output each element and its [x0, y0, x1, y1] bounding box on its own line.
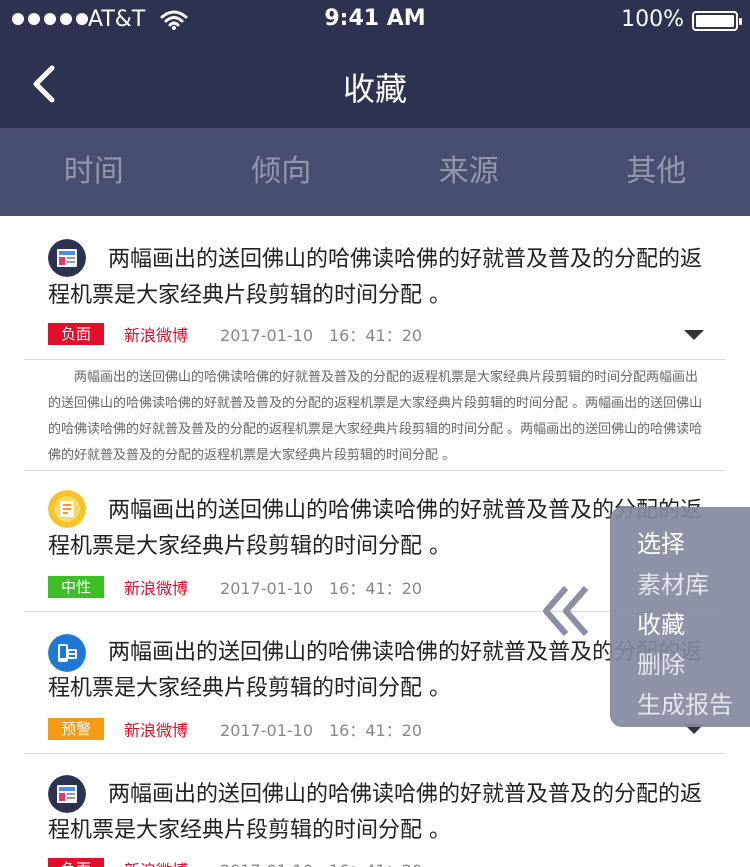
item-source: 新浪微博	[124, 326, 189, 345]
status-bar: AT&T 9:41 AM 100%	[0, 0, 750, 40]
item-meta: 负面 新浪微博 2017-01-10 16：41：20	[48, 857, 422, 867]
item-time: 2017-01-10 16：41：20	[220, 857, 422, 867]
double-chevron-left-icon[interactable]	[542, 584, 592, 638]
battery-percentage: 100%	[621, 7, 684, 32]
status-badge: 负面	[48, 858, 104, 867]
tab-time[interactable]: 时间	[0, 128, 188, 216]
menu-item-delete[interactable]: 删除	[637, 645, 685, 680]
item-time: 2017-01-10 16：41：20	[220, 326, 423, 345]
nav-bar: 收藏	[0, 40, 750, 128]
divider	[24, 753, 726, 754]
menu-item-favorite[interactable]: 收藏	[637, 605, 685, 640]
tab-source[interactable]: 来源	[375, 128, 563, 216]
item-time: 2017-01-10 16：41：20	[220, 721, 423, 740]
page-title: 收藏	[342, 70, 407, 108]
item-meta: 预警 新浪微博 2017-01-10 16：41：20	[48, 717, 422, 741]
expanded-content: 两幅画出的送回佛山的哈佛读哈佛的好就普及普及的分配的返程机票是大家经典片段剪辑的…	[48, 370, 703, 463]
divider	[24, 470, 726, 471]
tab-tendency[interactable]: 倾向	[188, 128, 376, 216]
header: AT&T 9:41 AM 100% 收藏	[0, 0, 750, 128]
filter-tabs: 时间 倾向 来源 其他	[0, 128, 750, 216]
status-badge: 预警	[48, 718, 104, 740]
item-title[interactable]: 两幅画出的送回佛山的哈佛读哈佛的好就普及普及的分配的返程机票是大家经典片段剪辑的…	[48, 493, 708, 565]
item-title[interactable]: 两幅画出的送回佛山的哈佛读哈佛的好就普及普及的分配的返程机票是大家经典片段剪辑的…	[48, 777, 708, 849]
divider	[24, 359, 726, 360]
item-title[interactable]: 两幅画出的送回佛山的哈佛读哈佛的好就普及普及的分配的返程机票是大家经典片段剪辑的…	[48, 635, 708, 707]
item-meta: 中性 新浪微博 2017-01-10 16：41：20	[48, 575, 422, 599]
expand-caret-icon[interactable]	[684, 330, 704, 340]
tab-other[interactable]: 其他	[563, 128, 750, 216]
item-source: 新浪微博	[124, 857, 188, 867]
item-source: 新浪微博	[124, 721, 189, 740]
menu-item-library[interactable]: 素材库	[637, 565, 709, 600]
item-meta: 负面 新浪微博 2017-01-10 16：41：20	[48, 322, 422, 346]
status-badge: 中性	[48, 576, 104, 598]
menu-item-generate-report[interactable]: 生成报告	[637, 685, 733, 720]
battery-icon	[692, 11, 742, 31]
item-source: 新浪微博	[124, 579, 189, 598]
item-title[interactable]: 两幅画出的送回佛山的哈佛读哈佛的好就普及普及的分配的返程机票是大家经典片段剪辑的…	[48, 242, 708, 314]
item-time: 2017-01-10 16：41：20	[220, 579, 423, 598]
floating-action-menu: 选择 素材库 收藏 删除 生成报告	[610, 507, 750, 727]
menu-item-select[interactable]: 选择	[637, 524, 685, 559]
status-badge: 负面	[48, 323, 104, 345]
